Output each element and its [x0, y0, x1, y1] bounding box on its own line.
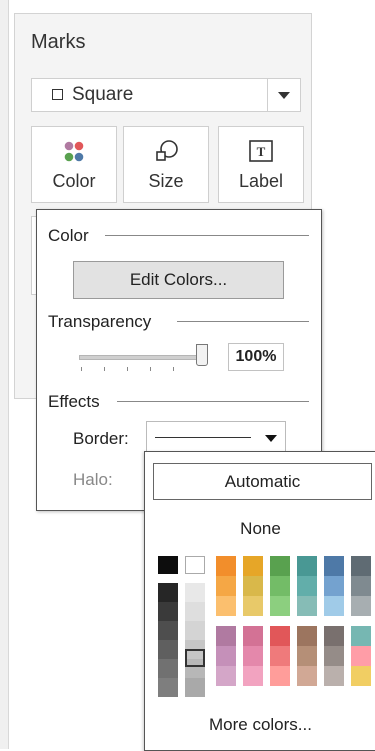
square-icon	[52, 89, 63, 100]
color-swatch[interactable]	[351, 596, 371, 616]
slider-tick	[127, 367, 128, 371]
color-swatch[interactable]	[243, 626, 263, 646]
color-swatch[interactable]	[351, 626, 371, 646]
color-swatch-gray[interactable]	[158, 583, 178, 602]
marks-title: Marks	[31, 31, 86, 53]
color-swatch[interactable]	[324, 626, 344, 646]
color-swatch[interactable]	[216, 576, 236, 596]
mark-type-label: Square	[72, 84, 134, 105]
color-swatch[interactable]	[270, 666, 290, 686]
color-swatch[interactable]	[216, 596, 236, 616]
color-section-heading: Color	[48, 226, 89, 245]
color-swatch[interactable]	[216, 666, 236, 686]
color-swatch-gray[interactable]	[185, 678, 205, 697]
color-swatch-gray[interactable]	[158, 659, 178, 678]
color-swatch-white[interactable]	[185, 556, 205, 574]
color-swatch[interactable]	[216, 556, 236, 576]
color-swatch[interactable]	[324, 646, 344, 666]
border-color-palette: Automatic None More colors...	[144, 451, 375, 751]
transparency-slider-track[interactable]	[79, 355, 205, 360]
color-swatch[interactable]	[243, 646, 263, 666]
color-swatch[interactable]	[243, 576, 263, 596]
color-swatch-gray[interactable]	[185, 583, 205, 602]
slider-tick	[150, 367, 151, 371]
color-swatch[interactable]	[270, 646, 290, 666]
color-swatch[interactable]	[270, 556, 290, 576]
chevron-down-icon[interactable]	[265, 435, 277, 442]
color-swatch-gray[interactable]	[185, 602, 205, 621]
size-shelf-label: Size	[148, 171, 184, 191]
edit-colors-button[interactable]: Edit Colors...	[73, 261, 284, 299]
svg-text:T: T	[257, 144, 266, 159]
color-swatch[interactable]	[270, 596, 290, 616]
border-dropdown[interactable]	[146, 421, 286, 453]
color-swatch[interactable]	[351, 646, 371, 666]
color-swatch[interactable]	[243, 556, 263, 576]
divider	[105, 235, 309, 236]
left-scroll-strip	[0, 0, 9, 749]
effects-section-heading: Effects	[48, 392, 100, 411]
color-swatch[interactable]	[324, 556, 344, 576]
color-shelf-label: Color	[52, 171, 96, 191]
opacity-value-field[interactable]: 100%	[228, 343, 284, 371]
label-shelf-label: Label	[238, 171, 284, 191]
color-swatch[interactable]	[351, 556, 371, 576]
color-swatch[interactable]	[351, 576, 371, 596]
color-swatch[interactable]	[297, 666, 317, 686]
border-label: Border:	[73, 429, 129, 448]
color-swatch[interactable]	[297, 576, 317, 596]
automatic-button[interactable]: Automatic	[153, 463, 372, 500]
halo-label: Halo:	[73, 470, 113, 489]
color-swatch[interactable]	[324, 576, 344, 596]
slider-tick	[104, 367, 105, 371]
chevron-down-icon[interactable]	[267, 79, 300, 111]
color-swatch[interactable]	[351, 666, 371, 686]
color-swatch[interactable]	[270, 576, 290, 596]
slider-tick	[173, 367, 174, 371]
color-swatch[interactable]	[243, 666, 263, 686]
divider	[177, 321, 309, 322]
color-swatch-gray[interactable]	[185, 621, 205, 640]
transparency-section-heading: Transparency	[48, 312, 152, 331]
color-swatch[interactable]	[270, 626, 290, 646]
color-swatch[interactable]	[297, 626, 317, 646]
color-swatch[interactable]	[297, 596, 317, 616]
color-shelf-button[interactable]: Color	[31, 126, 117, 203]
color-swatch-gray[interactable]	[158, 678, 178, 697]
color-swatch-gray[interactable]	[158, 621, 178, 640]
color-swatch[interactable]	[243, 596, 263, 616]
divider	[117, 401, 309, 402]
size-shape-icon	[156, 140, 178, 161]
color-swatch-gray[interactable]	[158, 602, 178, 621]
transparency-slider-thumb[interactable]	[196, 344, 208, 366]
mark-type-dropdown[interactable]: Square	[31, 78, 301, 112]
color-swatch-gray[interactable]	[158, 640, 178, 659]
color-swatch[interactable]	[297, 646, 317, 666]
label-shelf-button[interactable]: T Label	[218, 126, 304, 203]
slider-tick	[81, 367, 82, 371]
text-label-icon: T	[249, 140, 273, 162]
color-dots-icon	[64, 141, 84, 162]
more-colors-link[interactable]: More colors...	[145, 715, 375, 735]
color-swatch[interactable]	[324, 666, 344, 686]
none-option[interactable]: None	[145, 519, 375, 539]
color-swatch[interactable]	[216, 626, 236, 646]
selected-swatch-indicator	[185, 649, 205, 667]
color-swatch[interactable]	[324, 596, 344, 616]
color-swatch-black[interactable]	[158, 556, 178, 574]
border-line-preview	[155, 437, 251, 438]
size-shelf-button[interactable]: Size	[123, 126, 209, 203]
color-swatch[interactable]	[216, 646, 236, 666]
color-swatch[interactable]	[297, 556, 317, 576]
